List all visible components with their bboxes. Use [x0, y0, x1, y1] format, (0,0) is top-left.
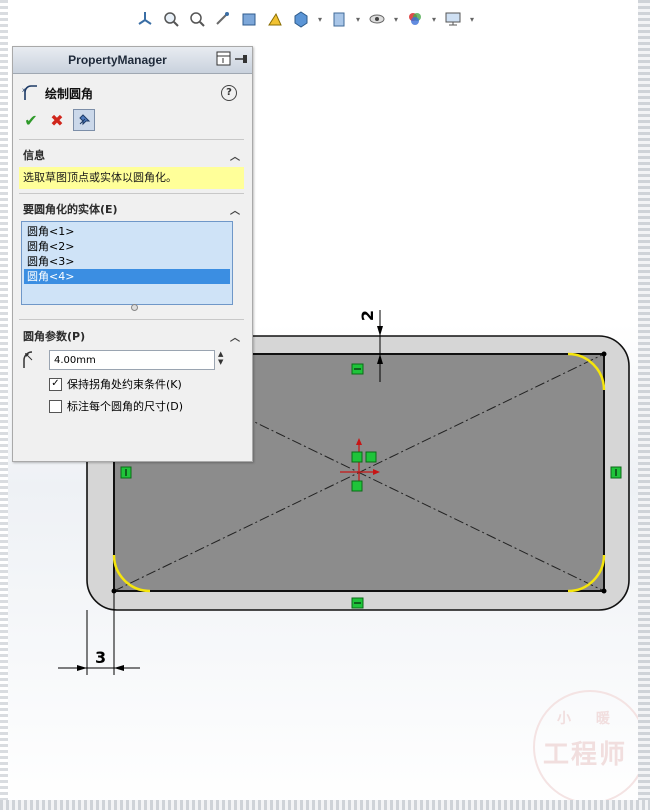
ok-button[interactable]: ✔: [21, 110, 41, 130]
cancel-button[interactable]: ✖: [47, 110, 67, 130]
property-manager-panel: PropertyManager x 绘制圆角 ? ✔ ✖ 信息 ︿ 选取草图顶点…: [12, 46, 253, 462]
collapse-chevron-icon[interactable]: ︿: [230, 329, 240, 344]
previous-view-icon[interactable]: [213, 9, 233, 29]
spin-down-icon[interactable]: ▼: [218, 358, 230, 366]
heads-up-toolbar: ▾ ▾ ▾ ▾ ▾: [135, 6, 475, 32]
page-edge-left: [0, 0, 8, 810]
help-icon[interactable]: ?: [221, 85, 237, 101]
page-edge-right: [638, 0, 650, 810]
fillet-params-group: 圆角参数(P) ︿ 4.00mm ▲ ▼ ✓ 保持拐角处约束条件(K) 标注每个…: [19, 328, 244, 414]
header-icons: [216, 51, 248, 67]
fillet-radius-icon: [21, 350, 41, 370]
entities-list[interactable]: 圆角<1> 圆角<2> 圆角<3> 圆角<4>: [21, 221, 233, 305]
feature-title: 绘制圆角: [45, 86, 94, 101]
dimension-horizontal-value[interactable]: 3: [95, 648, 106, 667]
list-resize-handle[interactable]: [131, 304, 138, 311]
panel-size-icon[interactable]: [216, 51, 232, 67]
keep-visible-button[interactable]: [73, 109, 95, 131]
divider: [19, 193, 244, 194]
keep-constraints-checkbox[interactable]: ✓: [49, 377, 62, 391]
dimension-each-label: 标注每个圆角的尺寸(D): [67, 400, 184, 413]
constraint-vertical-left-icon: [120, 466, 132, 479]
display-style-dropdown-icon[interactable]: ▾: [317, 15, 323, 24]
watermark-top: 小 暖: [557, 711, 620, 727]
display-style-icon[interactable]: [291, 9, 311, 29]
constraint-horizontal-top-icon: [351, 363, 364, 375]
monitor-dropdown-icon[interactable]: ▾: [469, 15, 475, 24]
view-settings-dropdown-icon[interactable]: ▾: [393, 15, 399, 24]
radius-row: 4.00mm ▲ ▼: [19, 350, 244, 370]
watermark-text: 工程师: [543, 740, 628, 770]
list-item-selected[interactable]: 圆角<4>: [24, 269, 230, 284]
entities-group: 要圆角化的实体(E) ︿ 圆角<1> 圆角<2> 圆角<3> 圆角<4>: [19, 201, 244, 305]
constraint-horizontal-bottom-icon: [351, 597, 364, 609]
dynamic-annotation-icon[interactable]: [265, 9, 285, 29]
entities-group-heading: 要圆角化的实体(E): [23, 203, 118, 216]
dimension-vertical-value[interactable]: 2: [358, 310, 377, 321]
info-message: 选取草图顶点或实体以圆角化。: [19, 167, 244, 189]
list-item[interactable]: 圆角<3>: [24, 254, 230, 269]
divider: [19, 319, 244, 320]
pushpin-icon: [79, 114, 91, 126]
list-item[interactable]: 圆角<1>: [24, 224, 230, 239]
zoom-fit-icon[interactable]: [161, 9, 181, 29]
action-buttons: ✔ ✖: [21, 109, 95, 131]
zoom-area-icon[interactable]: [187, 9, 207, 29]
feature-title-row: x 绘制圆角 ?: [21, 83, 245, 103]
info-group-header[interactable]: 信息 ︿: [19, 147, 244, 163]
info-group-heading: 信息: [23, 149, 45, 162]
info-group: 信息 ︿ 选取草图顶点或实体以圆角化。: [19, 147, 244, 189]
keep-constraints-label: 保持拐角处约束条件(K): [67, 378, 182, 391]
params-group-heading: 圆角参数(P): [23, 330, 86, 343]
appearance-icon[interactable]: [405, 9, 425, 29]
params-group-header[interactable]: 圆角参数(P) ︿: [19, 328, 244, 344]
svg-text:x: x: [22, 87, 26, 94]
view-settings-icon[interactable]: [367, 9, 387, 29]
property-manager-header: PropertyManager: [13, 47, 252, 74]
hide-show-dropdown-icon[interactable]: ▾: [355, 15, 361, 24]
sketch-fillet-icon: x: [21, 84, 39, 102]
radius-spinner[interactable]: ▲ ▼: [218, 350, 230, 370]
property-manager-title: PropertyManager: [68, 53, 167, 67]
collapse-chevron-icon[interactable]: ︿: [230, 202, 240, 217]
dimension-each-checkbox[interactable]: [49, 399, 62, 413]
section-view-icon[interactable]: [239, 9, 259, 29]
entities-group-header[interactable]: 要圆角化的实体(E) ︿: [19, 201, 244, 217]
collapse-chevron-icon[interactable]: ︿: [230, 148, 240, 163]
dimension-each-row[interactable]: 标注每个圆角的尺寸(D): [49, 398, 244, 414]
fillet-radius-input[interactable]: 4.00mm: [49, 350, 215, 370]
pin-panel-icon[interactable]: [234, 51, 248, 67]
monitor-icon[interactable]: [443, 9, 463, 29]
appearance-dropdown-icon[interactable]: ▾: [431, 15, 437, 24]
view-orientation-icon[interactable]: [135, 9, 155, 29]
spin-up-icon[interactable]: ▲: [218, 350, 230, 358]
list-item[interactable]: 圆角<2>: [24, 239, 230, 254]
constraint-vertical-right-icon: [610, 466, 622, 479]
divider: [19, 139, 244, 140]
corner-point-br: [601, 588, 607, 594]
hide-show-items-icon[interactable]: [329, 9, 349, 29]
keep-constraints-row[interactable]: ✓ 保持拐角处约束条件(K): [49, 376, 244, 392]
page-edge-bottom: [0, 800, 650, 810]
corner-point-tr: [601, 351, 607, 357]
watermark-seal: 小 暖 工程师: [533, 690, 647, 804]
